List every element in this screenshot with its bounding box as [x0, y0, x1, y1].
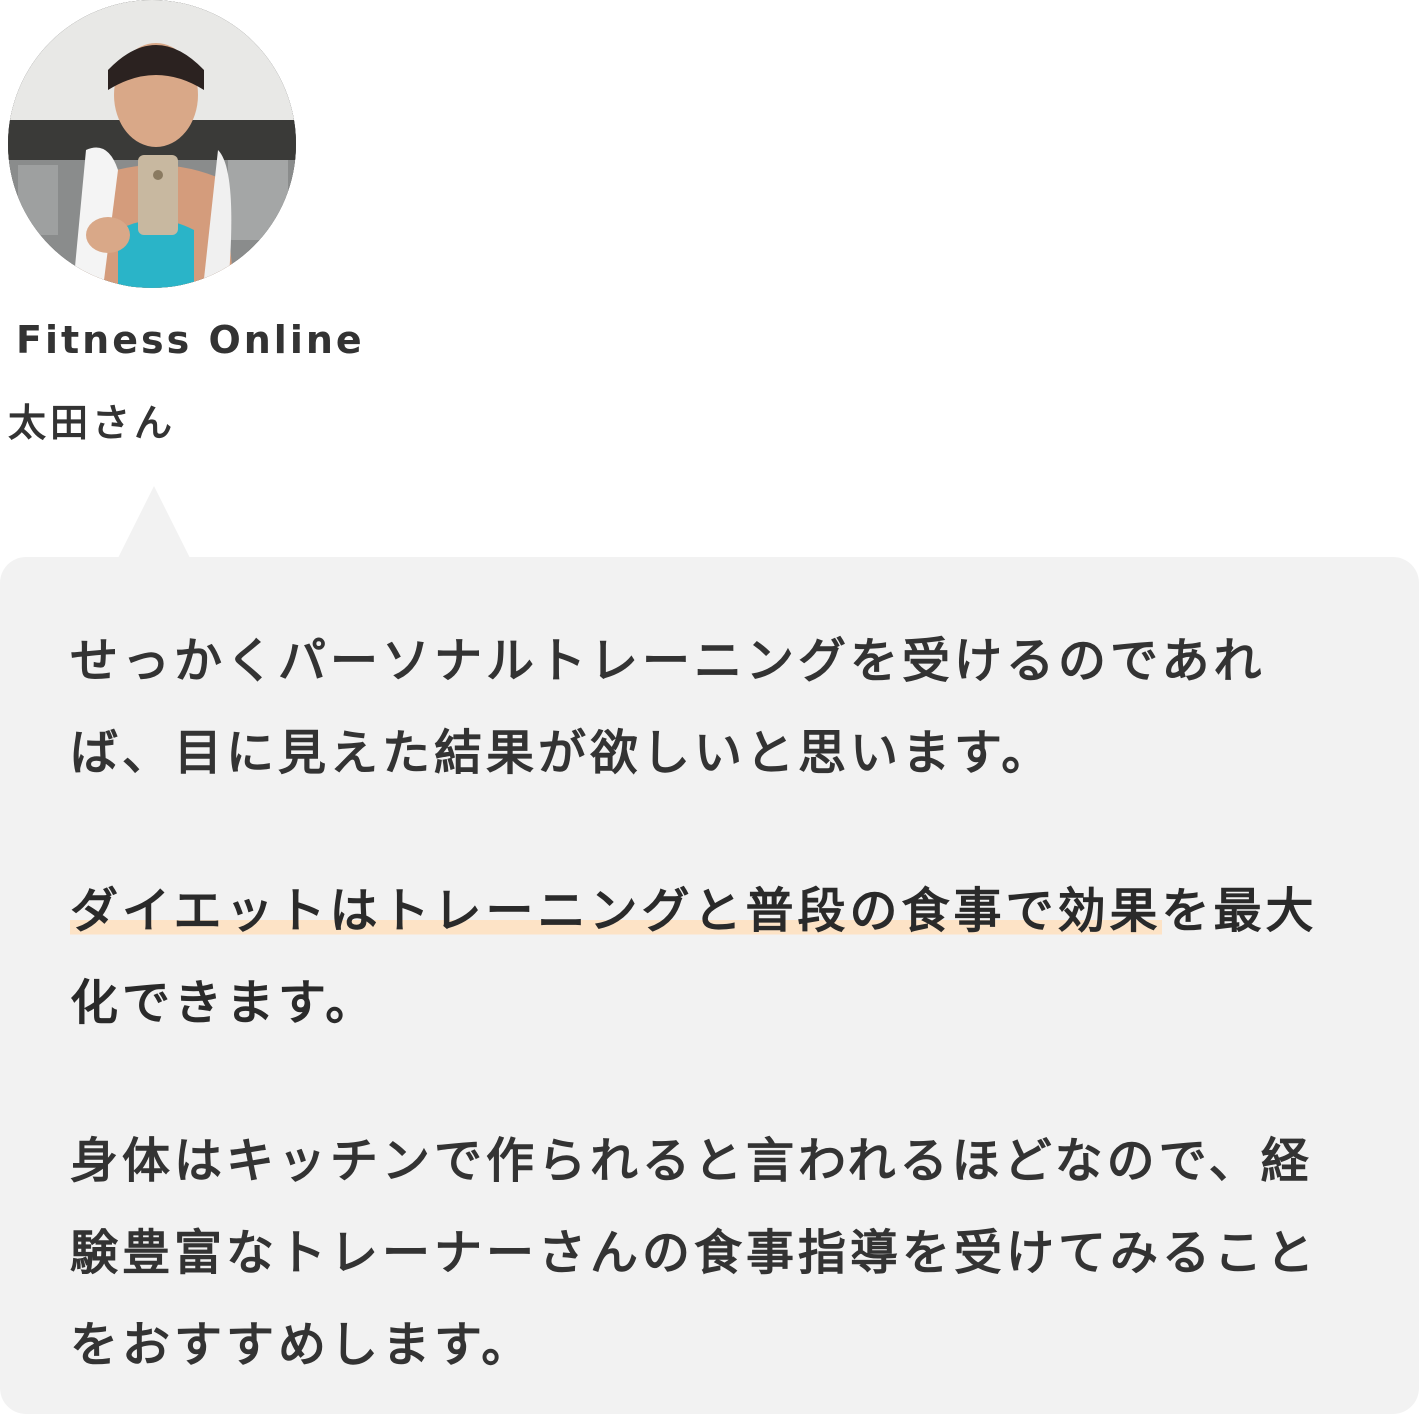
- message-paragraph-1: せっかくパーソナルトレーニングを受けるのであれば、目に見えた結果が欲しいと思いま…: [70, 633, 1266, 781]
- speech-bubble-tail: [118, 486, 190, 558]
- message-paragraph-2: ダイエットはトレーニングと普段の食事で効果を最大化できます。: [70, 865, 1359, 1049]
- message-paragraph-3: 身体はキッチンで作られると言われるほどなので、経験豊富なトレーナーさんの食事指導…: [70, 1133, 1319, 1373]
- speech-bubble: せっかくパーソナルトレーニングを受けるのであれば、目に見えた結果が欲しいと思いま…: [0, 557, 1419, 1414]
- trainer-photo-icon: [8, 0, 296, 288]
- person-name: 太田さん: [8, 401, 177, 445]
- avatar: [8, 0, 296, 288]
- brand-name: Fitness Online: [16, 318, 365, 362]
- highlighted-text: ダイエットはトレーニングと普段の食事で効果: [70, 883, 1162, 939]
